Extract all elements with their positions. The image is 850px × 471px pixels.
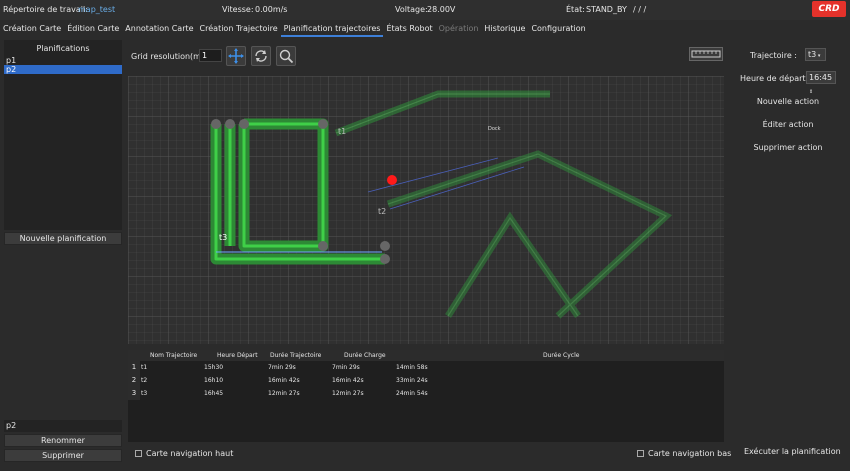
cell-traj: 16min 42s <box>268 377 300 384</box>
list-item[interactable]: p1 <box>4 56 122 65</box>
table-row[interactable]: 2 t2 16h10 16min 42s 16min 42s 33min 24s <box>128 374 724 387</box>
nav-top-label: Carte navigation haut <box>146 449 234 458</box>
tab-planification-trajectoires[interactable]: Planification trajectoires <box>280 21 384 37</box>
cell-cycle: 14min 58s <box>396 364 428 371</box>
rotate-icon <box>255 50 267 62</box>
trajectories-table: Nom Trajectoire Heure Départ Durée Traje… <box>128 350 724 442</box>
nav-bottom-checkbox[interactable]: Carte navigation bas <box>637 449 731 458</box>
state-extra: / / / <box>633 5 647 14</box>
cell-name: t3 <box>141 390 148 397</box>
cell-charge: 16min 42s <box>332 377 364 384</box>
trajectory-label-t3: t3 <box>219 233 227 242</box>
start-time-label: Heure de départ : <box>740 74 811 83</box>
cell-start: 15h30 <box>204 364 224 371</box>
ruler-button[interactable] <box>689 47 723 61</box>
workdir-label: Répertoire de travail: <box>3 5 88 14</box>
delete-action-button[interactable]: Supprimer action <box>752 141 824 155</box>
tab-creation-carte[interactable]: Création Carte <box>0 21 64 37</box>
speed-value: 0.00m/s <box>255 5 288 14</box>
tab-historique[interactable]: Historique <box>481 21 528 37</box>
col-duree-charge: Durée Charge <box>344 352 386 359</box>
planification-name-input[interactable]: p2 <box>4 420 122 432</box>
cell-traj: 12min 27s <box>268 390 300 397</box>
tab-etats-robot[interactable]: États Robot <box>383 21 435 37</box>
cell-start: 16h10 <box>204 377 224 384</box>
voltage-value: 28.00V <box>427 5 456 14</box>
status-bar: Répertoire de travail: map_test Vitesse:… <box>0 0 850 20</box>
trajectory-label-t2: t2 <box>378 207 386 216</box>
trajectory-label: Trajectoire : <box>750 51 797 60</box>
voltage-label: Voltage: <box>395 5 428 14</box>
tab-creation-trajectoire[interactable]: Création Trajectoire <box>197 21 281 37</box>
cell-cycle: 24min 54s <box>396 390 428 397</box>
rotate-tool-button[interactable] <box>251 46 271 66</box>
cell-start: 16h45 <box>204 390 224 397</box>
table-header: Nom Trajectoire Heure Départ Durée Traje… <box>128 350 724 361</box>
magnifier-icon <box>279 49 294 64</box>
main-tabs: Création Carte Édition Carte Annotation … <box>0 21 850 37</box>
zoom-tool-button[interactable] <box>276 46 296 66</box>
map-view[interactable]: t1 t2 t3 Dock <box>128 76 724 344</box>
list-item[interactable]: p2 <box>4 65 122 74</box>
execute-planification-button[interactable]: Exécuter la planification <box>744 445 841 459</box>
cell-name: t2 <box>141 377 148 384</box>
grid-resolution-label: Grid resolution(m): <box>131 52 207 61</box>
planifications-panel: Planifications p1 p2 <box>4 40 122 230</box>
edit-action-button[interactable]: Éditer action <box>752 118 824 132</box>
table-row[interactable]: 1 t1 15h30 7min 29s 7min 29s 14min 58s <box>128 361 724 374</box>
cell-charge: 7min 29s <box>332 364 360 371</box>
cell-name: t1 <box>141 364 148 371</box>
cell-cycle: 33min 24s <box>396 377 428 384</box>
chevron-down-icon: ▾ <box>816 53 821 59</box>
trajectory-label-t1: t1 <box>338 127 346 136</box>
company-logo: CRD <box>812 1 846 17</box>
col-duree-traj: Durée Trajectoire <box>270 352 322 359</box>
robot-marker[interactable] <box>387 175 397 185</box>
col-duree-cycle: Durée Cycle <box>543 352 580 359</box>
nav-bottom-label: Carte navigation bas <box>648 449 732 458</box>
tab-annotation-carte[interactable]: Annotation Carte <box>122 21 196 37</box>
trajectory-select[interactable]: t3 ▾ <box>805 48 826 61</box>
ruler-icon <box>691 50 721 58</box>
move-tool-button[interactable] <box>226 46 246 66</box>
delete-button[interactable]: Supprimer <box>4 449 122 462</box>
speed-label: Vitesse: <box>222 5 254 14</box>
tab-configuration[interactable]: Configuration <box>528 21 588 37</box>
trajectory-select-value: t3 <box>808 50 817 59</box>
grid-resolution-input[interactable]: 1 <box>199 49 222 62</box>
row-index: 1 <box>128 361 140 374</box>
cell-traj: 7min 29s <box>268 364 296 371</box>
checkbox-box[interactable] <box>637 450 644 457</box>
start-time-value: 16:45 <box>809 73 833 82</box>
rename-button[interactable]: Renommer <box>4 434 122 447</box>
tab-operation[interactable]: Opération <box>436 21 482 37</box>
workdir-value: map_test <box>78 5 116 14</box>
nav-top-checkbox[interactable]: Carte navigation haut <box>135 449 233 458</box>
col-nom: Nom Trajectoire <box>150 352 198 359</box>
checkbox-box[interactable] <box>135 450 142 457</box>
table-row[interactable]: 3 t3 16h45 12min 27s 12min 27s 24min 54s <box>128 387 724 400</box>
new-action-button[interactable]: Nouvelle action <box>752 95 824 109</box>
start-time-input[interactable]: 16:45 ⇕ <box>806 71 836 95</box>
row-index: 3 <box>128 387 140 400</box>
new-planification-button[interactable]: Nouvelle planification <box>4 232 122 245</box>
state-label: État: <box>566 5 585 14</box>
tab-edition-carte[interactable]: Édition Carte <box>64 21 122 37</box>
move-icon <box>228 48 244 64</box>
row-index: 2 <box>128 374 140 387</box>
cell-charge: 12min 27s <box>332 390 364 397</box>
planifications-title: Planifications <box>36 44 90 53</box>
dock-label: Dock <box>488 126 501 132</box>
state-value: STAND_BY <box>586 5 627 14</box>
col-heure: Heure Départ <box>217 352 258 359</box>
